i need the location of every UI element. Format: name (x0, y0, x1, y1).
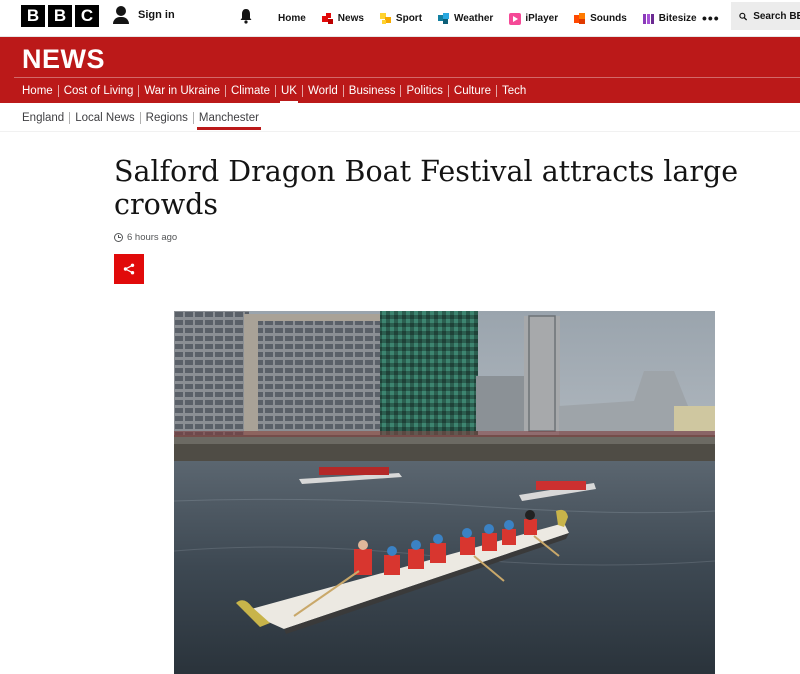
news-nav-tech[interactable]: Tech (497, 85, 531, 97)
bbc-logo[interactable]: B B C (21, 5, 99, 27)
subnav-regions[interactable]: Regions (141, 112, 193, 124)
more-menu-button[interactable]: ••• (702, 10, 720, 26)
regional-subnav: England Local News Regions Manchester (17, 106, 264, 130)
sounds-icon (574, 12, 586, 24)
weather-icon (438, 12, 450, 24)
subnav-divider (0, 131, 800, 132)
share-icon (123, 263, 135, 275)
global-nav-iplayer-label: iPlayer (525, 13, 559, 24)
user-icon (112, 6, 130, 24)
search-button[interactable]: Search BBC (731, 2, 800, 30)
subnav-local-news[interactable]: Local News (70, 112, 139, 124)
news-nav-climate[interactable]: Climate (226, 85, 275, 97)
global-nav-news[interactable]: News (314, 0, 372, 37)
logo-letter-b2: B (48, 5, 72, 27)
global-nav-sport[interactable]: Sport (372, 0, 430, 37)
clock-icon (114, 233, 123, 242)
search-icon (739, 12, 748, 21)
logo-letter-b1: B (21, 5, 45, 27)
news-nav-world[interactable]: World (303, 85, 343, 97)
logo-letter-c: C (75, 5, 99, 27)
sport-icon (379, 12, 391, 24)
news-title[interactable]: NEWS (22, 44, 105, 75)
news-nav-business[interactable]: Business (344, 85, 401, 97)
global-nav-weather[interactable]: Weather (430, 0, 501, 37)
global-nav-sounds-label: Sounds (590, 13, 627, 24)
bitesize-icon (642, 13, 654, 24)
news-header: NEWS Home Cost of Living War in Ukraine … (0, 37, 800, 104)
subnav-manchester[interactable]: Manchester (194, 112, 264, 130)
global-nav-home[interactable]: Home (270, 0, 314, 37)
global-nav-sounds[interactable]: Sounds (566, 0, 635, 37)
news-nav: Home Cost of Living War in Ukraine Clima… (17, 78, 531, 104)
news-nav-politics[interactable]: Politics (401, 85, 447, 97)
article-headline: Salford Dragon Boat Festival attracts la… (114, 155, 739, 221)
news-nav-home[interactable]: Home (17, 85, 58, 97)
article-timestamp: 6 hours ago (114, 232, 177, 243)
global-nav-iplayer[interactable]: iPlayer (501, 0, 566, 37)
news-icon (321, 12, 333, 24)
subnav-england[interactable]: England (17, 112, 69, 124)
sign-in-label: Sign in (138, 9, 175, 21)
global-nav-news-label: News (337, 13, 364, 24)
global-nav-sport-label: Sport (395, 13, 423, 24)
global-nav-bitesize[interactable]: Bitesize (635, 0, 705, 37)
bell-icon[interactable] (238, 8, 254, 24)
share-button[interactable] (114, 254, 144, 284)
search-label: Search BBC (753, 10, 800, 22)
global-nav-weather-label: Weather (454, 13, 494, 24)
global-nav-bitesize-label: Bitesize (658, 13, 697, 24)
news-nav-war-in-ukraine[interactable]: War in Ukraine (139, 85, 225, 97)
news-nav-culture[interactable]: Culture (449, 85, 496, 97)
sign-in-link[interactable]: Sign in (112, 6, 175, 24)
global-header: B B C Sign in Home News Sport Weather iP… (0, 0, 800, 37)
article-photo-dragon-boats (174, 311, 715, 674)
news-nav-uk[interactable]: UK (276, 85, 302, 104)
global-nav: Home News Sport Weather iPlayer Sounds B… (270, 0, 705, 37)
timestamp-label: 6 hours ago (127, 232, 178, 243)
news-nav-cost-of-living[interactable]: Cost of Living (59, 85, 139, 97)
global-nav-home-label: Home (278, 13, 306, 24)
iplayer-icon (509, 12, 522, 25)
